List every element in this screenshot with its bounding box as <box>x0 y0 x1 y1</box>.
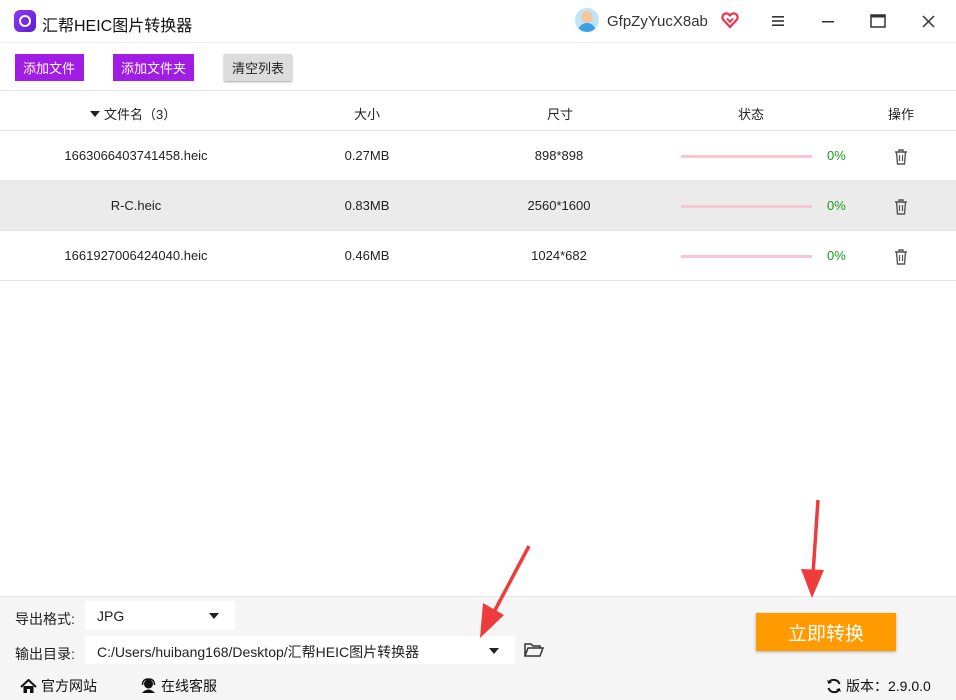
file-name: R-C.heic <box>110 198 162 213</box>
file-size: 0.83MB <box>344 198 390 213</box>
file-size: 0.46MB <box>344 248 390 263</box>
format-value: JPG <box>97 608 125 624</box>
file-dimensions: 1024*682 <box>531 248 587 263</box>
table-row[interactable]: R-C.heic 0.83MB 2560*1600 0% <box>0 181 956 231</box>
online-service-link[interactable]: 在线客服 <box>140 676 217 696</box>
clear-list-button[interactable]: 清空列表 <box>224 54 292 81</box>
progress-bar <box>681 205 812 208</box>
customer-service-icon <box>141 678 156 693</box>
close-button[interactable] <box>914 8 942 34</box>
delete-icon[interactable] <box>893 248 909 265</box>
close-icon <box>921 14 935 28</box>
chevron-down-icon <box>209 613 219 619</box>
maximize-button[interactable] <box>864 8 892 34</box>
version-info[interactable]: 版本：2.9.0.0 <box>826 676 931 696</box>
footer: 官方网站 在线客服 版本：2.9.0.0 <box>0 668 956 700</box>
output-dir-select[interactable]: C:/Users/huibang168/Desktop/汇帮HEIC图片转换器 <box>85 636 515 664</box>
format-select[interactable]: JPG <box>85 601 235 630</box>
header-filename[interactable]: 文件名（3） <box>90 104 176 123</box>
maximize-icon <box>870 14 886 28</box>
version-label: 版本：2.9.0.0 <box>846 678 931 694</box>
output-settings: 导出格式: JPG 输出目录: C:/Users/huibang168/Desk… <box>0 596 956 668</box>
annotation-arrow-convert <box>801 499 824 598</box>
menu-icon <box>772 16 784 26</box>
file-name: 1663066403741458.heic <box>64 148 208 163</box>
app-title: 汇帮HEIC图片转换器 <box>42 18 193 35</box>
header-size: 大小 <box>354 107 381 122</box>
progress-bar <box>681 155 812 158</box>
convert-now-button[interactable]: 立即转换 <box>756 613 896 651</box>
official-site-label: 官方网站 <box>41 678 97 694</box>
menu-button[interactable] <box>764 8 792 34</box>
add-folder-button[interactable]: 添加文件夹 <box>113 54 194 81</box>
minimize-icon <box>822 21 834 23</box>
header-filename-label: 文件名（3） <box>104 107 177 122</box>
output-dir-value: C:/Users/huibang168/Desktop/汇帮HEIC图片转换器 <box>97 644 420 660</box>
delete-icon[interactable] <box>893 198 909 215</box>
online-service-label: 在线客服 <box>161 678 217 694</box>
table-header: 文件名（3） 大小 尺寸 状态 操作 <box>0 90 956 131</box>
table-row[interactable]: 1663066403741458.heic 0.27MB 898*898 0% <box>0 131 956 181</box>
app-logo-icon <box>14 10 36 32</box>
sort-down-icon <box>90 111 100 117</box>
file-dimensions: 2560*1600 <box>527 198 591 213</box>
delete-icon[interactable] <box>893 148 909 165</box>
minimize-button[interactable] <box>814 8 842 34</box>
vip-heart-icon[interactable] <box>721 11 739 29</box>
progress-percent: 0% <box>827 148 846 163</box>
app-window: 汇帮HEIC图片转换器 GfpZyYucX8ab 添加文件 添加文件夹 清空列表… <box>0 0 956 700</box>
refresh-icon <box>827 678 841 694</box>
chevron-down-icon <box>489 648 499 654</box>
file-table: 文件名（3） 大小 尺寸 状态 操作 1663066403741458.heic… <box>0 90 956 281</box>
header-status: 状态 <box>738 107 765 122</box>
table-row[interactable]: 1661927006424040.heic 0.46MB 1024*682 0% <box>0 231 956 281</box>
open-folder-icon[interactable] <box>524 642 544 658</box>
user-name[interactable]: GfpZyYucX8ab <box>607 13 708 30</box>
header-action: 操作 <box>888 107 915 122</box>
output-dir-label: 输出目录: <box>15 646 75 662</box>
avatar[interactable] <box>575 8 599 32</box>
progress-percent: 0% <box>827 198 846 213</box>
title-bar: 汇帮HEIC图片转换器 GfpZyYucX8ab <box>0 0 956 42</box>
toolbar: 添加文件 添加文件夹 清空列表 <box>0 42 956 90</box>
progress-percent: 0% <box>827 248 846 263</box>
add-file-button[interactable]: 添加文件 <box>15 54 84 81</box>
format-label: 导出格式: <box>15 611 75 627</box>
official-site-link[interactable]: 官方网站 <box>20 676 97 696</box>
home-icon <box>20 678 37 693</box>
header-dimensions: 尺寸 <box>547 107 574 122</box>
file-size: 0.27MB <box>344 148 390 163</box>
progress-bar <box>681 255 812 258</box>
file-dimensions: 898*898 <box>534 148 584 163</box>
file-name: 1661927006424040.heic <box>64 248 208 263</box>
